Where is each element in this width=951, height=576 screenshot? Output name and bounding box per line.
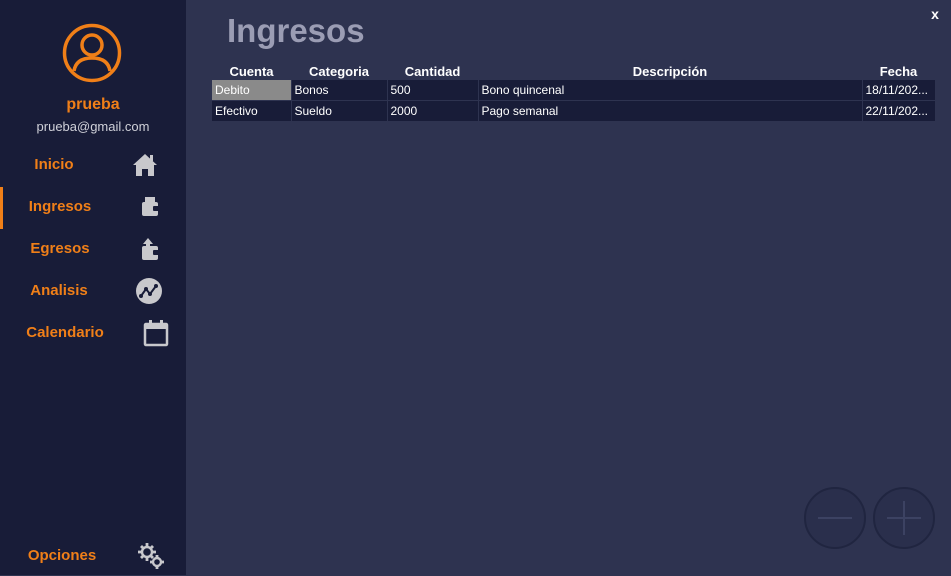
- nav-item-ingresos[interactable]: Ingresos: [0, 187, 186, 229]
- user-name: prueba: [66, 96, 120, 113]
- options-button[interactable]: Opciones: [0, 536, 186, 576]
- table-cell-categoria[interactable]: Bonos: [291, 80, 388, 101]
- column-header-cuenta[interactable]: Cuenta: [212, 62, 291, 80]
- nav-item-analisis[interactable]: Analisis: [0, 271, 186, 311]
- nav-item-label: Ingresos: [28, 198, 92, 215]
- table-cell-cantidad[interactable]: 500: [387, 80, 479, 101]
- wallet-out-icon: [142, 238, 159, 260]
- nav-item-inicio[interactable]: Inicio: [0, 145, 186, 185]
- column-header-descripcion[interactable]: Descripción: [478, 62, 862, 80]
- nav-item-label: Analisis: [30, 282, 88, 299]
- nav-item-egresos[interactable]: Egresos: [0, 229, 186, 269]
- income-table: Cuenta Categoria Cantidad Descripción Fe…: [212, 62, 936, 122]
- table-cell-descripcion[interactable]: Bono quincenal: [478, 80, 863, 101]
- table-cell-fecha[interactable]: 18/11/202...: [862, 80, 936, 101]
- table-header-row: Cuenta Categoria Cantidad Descripción Fe…: [212, 62, 935, 80]
- page-title: Ingresos: [227, 12, 365, 49]
- table-row[interactable]: Efectivo Sueldo 2000 Pago semanal 22/11/…: [212, 100, 936, 122]
- minus-icon: [818, 517, 852, 519]
- table-cell-descripcion[interactable]: Pago semanal: [478, 100, 863, 122]
- calendar-icon: [143, 320, 169, 347]
- column-header-fecha[interactable]: Fecha: [862, 62, 935, 80]
- nav-item-label: Calendario: [26, 324, 104, 341]
- column-header-cantidad[interactable]: Cantidad: [387, 62, 478, 80]
- analytics-icon: [136, 278, 162, 304]
- options-label: Opciones: [27, 547, 97, 564]
- nav-item-label: Inicio: [34, 156, 74, 173]
- wallet-in-icon: [142, 197, 159, 216]
- table-cell-cuenta[interactable]: Debito: [212, 80, 292, 101]
- table-cell-categoria[interactable]: Sueldo: [291, 100, 388, 122]
- sidebar: prueba prueba@gmail.com Inicio Ingresos …: [0, 0, 186, 575]
- gear-icon: [138, 543, 164, 569]
- table-cell-fecha[interactable]: 22/11/202...: [862, 100, 936, 122]
- close-button[interactable]: x: [926, 6, 944, 24]
- remove-button[interactable]: [804, 487, 866, 549]
- table-cell-cantidad[interactable]: 2000: [387, 100, 479, 122]
- nav-item-label: Egresos: [30, 240, 90, 257]
- plus-icon: [887, 501, 921, 535]
- user-email: prueba@gmail.com: [36, 119, 150, 134]
- nav-item-calendario[interactable]: Calendario: [0, 313, 186, 353]
- table-row[interactable]: Debito Bonos 500 Bono quincenal 18/11/20…: [212, 80, 936, 101]
- column-header-categoria[interactable]: Categoria: [291, 62, 387, 80]
- table-cell-cuenta[interactable]: Efectivo: [212, 100, 292, 122]
- add-button[interactable]: [873, 487, 935, 549]
- home-icon: [133, 154, 157, 176]
- user-avatar-icon: [62, 23, 122, 83]
